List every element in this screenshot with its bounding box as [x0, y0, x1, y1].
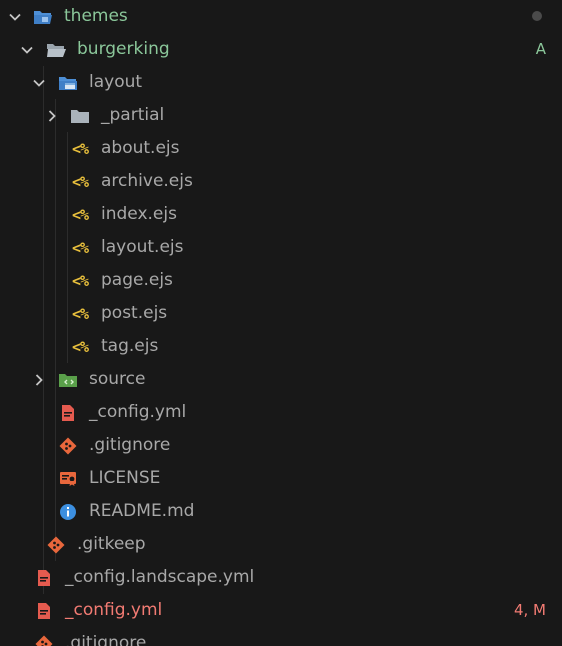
ejs-file-icon: <%: [71, 172, 89, 191]
tree-folder-burgerking[interactable]: burgerking A: [0, 33, 562, 66]
git-status-badge: A: [535, 40, 546, 58]
file-explorer-tree: themes burgerking A layout _partial <% a…: [0, 0, 562, 646]
tree-item-label: layout: [89, 72, 143, 92]
tree-folder-themes[interactable]: themes: [0, 0, 562, 33]
tree-file-readme[interactable]: README.md: [0, 495, 562, 528]
tree-item-label: post.ejs: [101, 303, 168, 323]
folder-closed-icon: [69, 99, 91, 132]
tree-file-index-ejs[interactable]: <% index.ejs: [0, 198, 562, 231]
tree-item-label: burgerking: [77, 39, 170, 59]
chevron-down-icon[interactable]: [16, 33, 38, 66]
tree-file-archive-ejs[interactable]: <% archive.ejs: [0, 165, 562, 198]
tree-file-post-ejs[interactable]: <% post.ejs: [0, 297, 562, 330]
tree-folder-partial[interactable]: _partial: [0, 99, 562, 132]
chevron-right-icon[interactable]: [28, 363, 50, 396]
yaml-file-icon: [57, 396, 79, 429]
tree-item-label: layout.ejs: [101, 237, 184, 257]
git-file-icon: [45, 528, 67, 561]
tree-file-gitkeep[interactable]: .gitkeep: [0, 528, 562, 561]
tree-item-label: source: [89, 369, 146, 389]
ejs-file-icon: <%: [71, 238, 89, 257]
tree-item-label: _partial: [101, 105, 165, 125]
ejs-file-icon: <%: [71, 271, 89, 290]
change-indicator-dot: [532, 11, 542, 21]
tree-item-label: tag.ejs: [101, 336, 159, 356]
tree-file-page-ejs[interactable]: <% page.ejs: [0, 264, 562, 297]
tree-item-label: about.ejs: [101, 138, 180, 158]
tree-item-label: archive.ejs: [101, 171, 193, 191]
ejs-file-icon: <%: [71, 205, 89, 224]
folder-open-gray-icon: [45, 33, 67, 66]
tree-item-label: _config.yml: [89, 402, 187, 422]
tree-file-gitignore[interactable]: .gitignore: [0, 429, 562, 462]
tree-folder-source[interactable]: source: [0, 363, 562, 396]
folder-source-icon: [57, 363, 79, 396]
tree-item-label: .gitkeep: [77, 534, 146, 554]
tree-item-label: _config.yml: [65, 600, 163, 620]
tree-item-label: .gitignore: [89, 435, 171, 455]
tree-item-label: _config.landscape.yml: [65, 567, 255, 587]
ejs-file-icon: <%: [71, 139, 89, 158]
tree-file-about-ejs[interactable]: <% about.ejs: [0, 132, 562, 165]
git-file-icon: [33, 627, 55, 646]
ejs-file-icon: <%: [71, 304, 89, 323]
yaml-file-icon: [33, 561, 55, 594]
tree-item-label: .gitignore: [65, 633, 147, 646]
chevron-down-icon[interactable]: [28, 66, 50, 99]
tree-file-config-yml-root[interactable]: _config.yml 4, M: [0, 594, 562, 627]
tree-item-label: index.ejs: [101, 204, 177, 224]
git-status-badge: 4, M: [513, 601, 546, 619]
tree-item-label: themes: [64, 6, 128, 26]
yaml-file-icon: [33, 594, 55, 627]
tree-item-label: LICENSE: [89, 468, 161, 488]
tree-item-label: README.md: [89, 501, 195, 521]
ejs-file-icon: <%: [71, 337, 89, 356]
tree-item-label: page.ejs: [101, 270, 173, 290]
tree-folder-layout[interactable]: layout: [0, 66, 562, 99]
folder-open-blue-icon: [32, 0, 54, 33]
tree-file-gitignore-root[interactable]: .gitignore: [0, 627, 562, 646]
tree-file-layout-ejs[interactable]: <% layout.ejs: [0, 231, 562, 264]
git-file-icon: [57, 429, 79, 462]
chevron-down-icon[interactable]: [4, 0, 26, 33]
tree-file-config-landscape-yml[interactable]: _config.landscape.yml: [0, 561, 562, 594]
info-file-icon: [57, 495, 79, 528]
chevron-right-icon[interactable]: [41, 99, 63, 132]
license-file-icon: [57, 462, 79, 495]
tree-file-config-yml[interactable]: _config.yml: [0, 396, 562, 429]
folder-open-layout-icon: [57, 66, 79, 99]
tree-file-license[interactable]: LICENSE: [0, 462, 562, 495]
tree-file-tag-ejs[interactable]: <% tag.ejs: [0, 330, 562, 363]
